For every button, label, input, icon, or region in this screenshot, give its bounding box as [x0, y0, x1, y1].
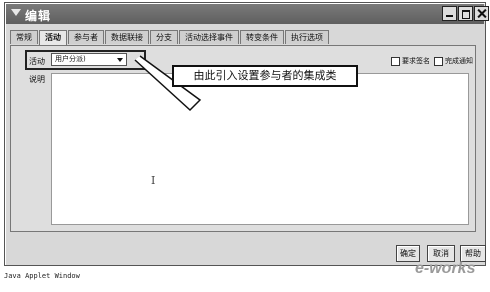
tab-execution-options[interactable]: 执行选项 [285, 30, 329, 44]
window-menu-icon[interactable] [11, 9, 21, 16]
tab-activity-select-events[interactable]: 活动选择事件 [179, 30, 239, 44]
minimize-button[interactable] [442, 6, 457, 21]
tab-activity[interactable]: 活动 [39, 30, 67, 45]
description-label: 说明 [29, 75, 45, 84]
title-bar[interactable]: 编辑 [6, 4, 489, 24]
tab-data-link[interactable]: 数据联接 [105, 30, 149, 44]
annotation-highlight-box [25, 50, 146, 70]
checkbox-box[interactable] [434, 56, 443, 66]
applet-status-bar: Java Applet Window [4, 272, 80, 280]
notify-checkbox[interactable]: 完成通知 [434, 56, 473, 66]
tab-general[interactable]: 常规 [10, 30, 38, 44]
notify-label: 完成通知 [445, 57, 473, 65]
maximize-button[interactable] [458, 6, 473, 21]
require-sign-checkbox[interactable]: 要求签名 [391, 56, 430, 66]
checkbox-box[interactable] [391, 56, 400, 66]
tab-participants[interactable]: 参与者 [68, 30, 104, 44]
tab-strip: 常规 活动 参与者 数据联接 分支 活动选择事件 转变条件 执行选项 [10, 30, 330, 45]
description-textarea[interactable]: I [51, 73, 469, 225]
tab-transition-conditions[interactable]: 转变条件 [240, 30, 284, 44]
window-title: 编辑 [25, 9, 52, 23]
tab-branch[interactable]: 分支 [150, 30, 178, 44]
annotation-callout: 由此引入设置参与者的集成类 [172, 65, 358, 87]
require-sign-label: 要求签名 [402, 57, 430, 65]
text-cursor-icon: I [151, 174, 156, 187]
watermark-logo: e-works [415, 260, 476, 277]
close-button[interactable] [474, 6, 489, 21]
